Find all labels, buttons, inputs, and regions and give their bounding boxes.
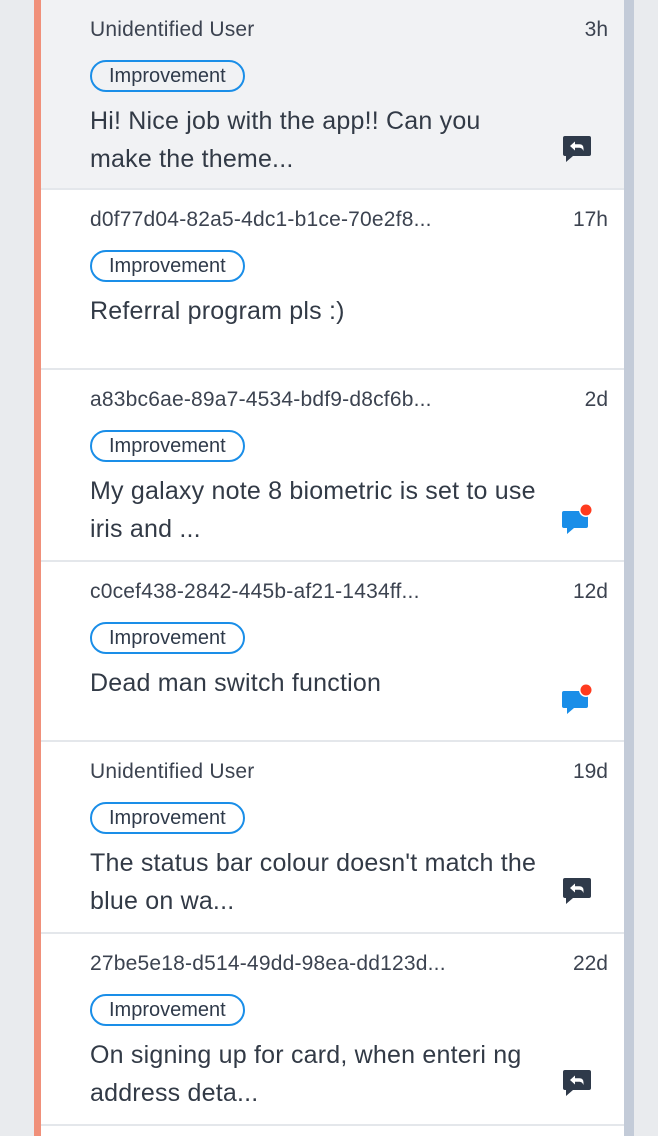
category-tag: Improvement (90, 802, 245, 834)
reply-icon[interactable] (560, 131, 594, 165)
feedback-item[interactable]: a83bc6ae-89a7-4534-bdf9-d8cf6b... 2d Imp… (41, 370, 624, 562)
timestamp: 12d (572, 580, 608, 603)
sender-name: c0cef438-2842-445b-af21-1434ff... (90, 580, 420, 603)
feedback-list: Unidentified User 3h Improvement Hi! Nic… (41, 0, 624, 1136)
message-preview: The status bar colour doesn't match the … (90, 849, 537, 915)
message-preview: On signing up for card, when enteri ng a… (90, 1041, 522, 1107)
unread-chat-icon[interactable] (560, 682, 594, 716)
feedback-item[interactable]: Unidentified User 19d Improvement The st… (41, 742, 624, 934)
sender-name: Unidentified User (90, 18, 255, 41)
unread-chat-icon[interactable] (560, 502, 594, 536)
timestamp: 17h (572, 208, 608, 231)
feedback-list-screen: Unidentified User 3h Improvement Hi! Nic… (0, 0, 658, 1136)
category-tag: Improvement (90, 430, 245, 462)
reply-icon[interactable] (560, 1065, 594, 1099)
sender-name: d0f77d04-82a5-4dc1-b1ce-70e2f8... (90, 208, 432, 231)
scrollbar[interactable] (624, 0, 634, 1136)
category-tag: Improvement (90, 60, 245, 92)
timestamp: 2d (584, 388, 608, 411)
feedback-item[interactable] (41, 1126, 624, 1136)
category-tag: Improvement (90, 622, 245, 654)
timestamp: 3h (584, 18, 608, 41)
sender-name: 27be5e18-d514-49dd-98ea-dd123d... (90, 952, 446, 975)
accent-strip (34, 0, 41, 1136)
sender-name: Unidentified User (90, 760, 255, 783)
sender-name: a83bc6ae-89a7-4534-bdf9-d8cf6b... (90, 388, 432, 411)
category-tag: Improvement (90, 250, 245, 282)
message-preview: Referral program pls :) (90, 297, 345, 325)
feedback-item[interactable]: c0cef438-2842-445b-af21-1434ff... 12d Im… (41, 562, 624, 742)
timestamp: 19d (572, 760, 608, 783)
feedback-item[interactable]: Unidentified User 3h Improvement Hi! Nic… (41, 0, 624, 190)
message-preview: Hi! Nice job with the app!! Can you make… (90, 107, 481, 173)
category-tag: Improvement (90, 994, 245, 1026)
message-preview: My galaxy note 8 biometric is set to use… (90, 477, 536, 543)
message-preview: Dead man switch function (90, 669, 382, 697)
reply-icon[interactable] (560, 873, 594, 907)
timestamp: 22d (572, 952, 608, 975)
feedback-item[interactable]: d0f77d04-82a5-4dc1-b1ce-70e2f8... 17h Im… (41, 190, 624, 370)
feedback-item[interactable]: 27be5e18-d514-49dd-98ea-dd123d... 22d Im… (41, 934, 624, 1126)
